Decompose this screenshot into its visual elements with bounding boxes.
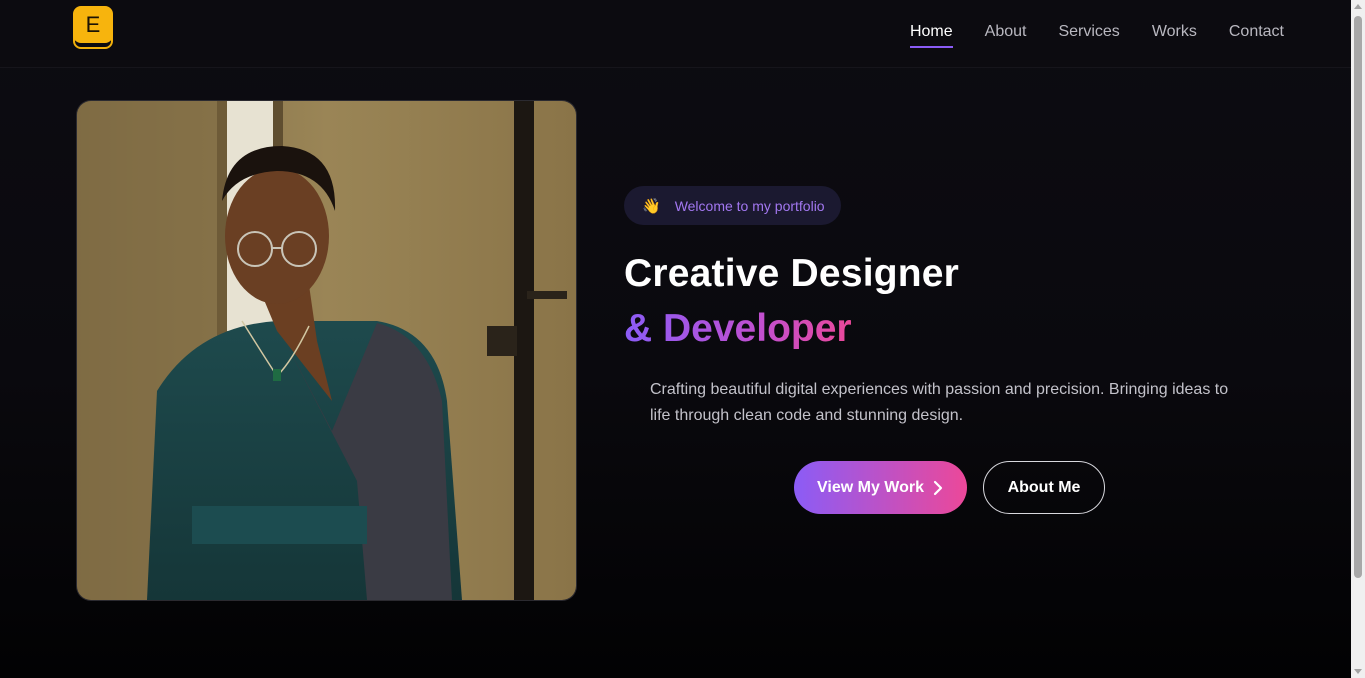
nav-about[interactable]: About [985, 22, 1027, 46]
nav-services[interactable]: Services [1058, 22, 1119, 46]
about-me-button[interactable]: About Me [983, 461, 1105, 514]
logo-letter: E [73, 6, 113, 43]
hero-title-line2: & Developer [624, 307, 852, 350]
scroll-down-icon[interactable] [1354, 669, 1362, 674]
portfolio-page: E Home About Services Works Contact 👋 We… [0, 0, 1365, 678]
chevron-right-icon [933, 480, 943, 495]
nav-home[interactable]: Home [909, 22, 953, 48]
waving-hand-icon: 👋 [642, 197, 661, 215]
welcome-badge: 👋 Welcome to my portfolio [624, 186, 841, 225]
main-nav: Home About Services Works Contact [878, 22, 1284, 48]
logo[interactable]: E [73, 6, 113, 49]
hero-title-line1: Creative Designer [624, 252, 960, 295]
nav-works[interactable]: Works [1152, 22, 1197, 46]
welcome-badge-text: Welcome to my portfolio [674, 197, 825, 214]
nav-contact[interactable]: Contact [1229, 22, 1284, 46]
profile-photo [77, 101, 576, 600]
scroll-up-icon[interactable] [1354, 4, 1362, 9]
hero-description: Crafting beautiful digital experiences w… [650, 381, 1229, 424]
view-my-work-button[interactable]: View My Work [794, 461, 967, 514]
view-my-work-label: View My Work [817, 478, 924, 496]
vertical-scrollbar[interactable] [1351, 0, 1365, 678]
site-header: E Home About Services Works Contact [0, 0, 1351, 68]
scrollbar-thumb[interactable] [1354, 16, 1362, 578]
